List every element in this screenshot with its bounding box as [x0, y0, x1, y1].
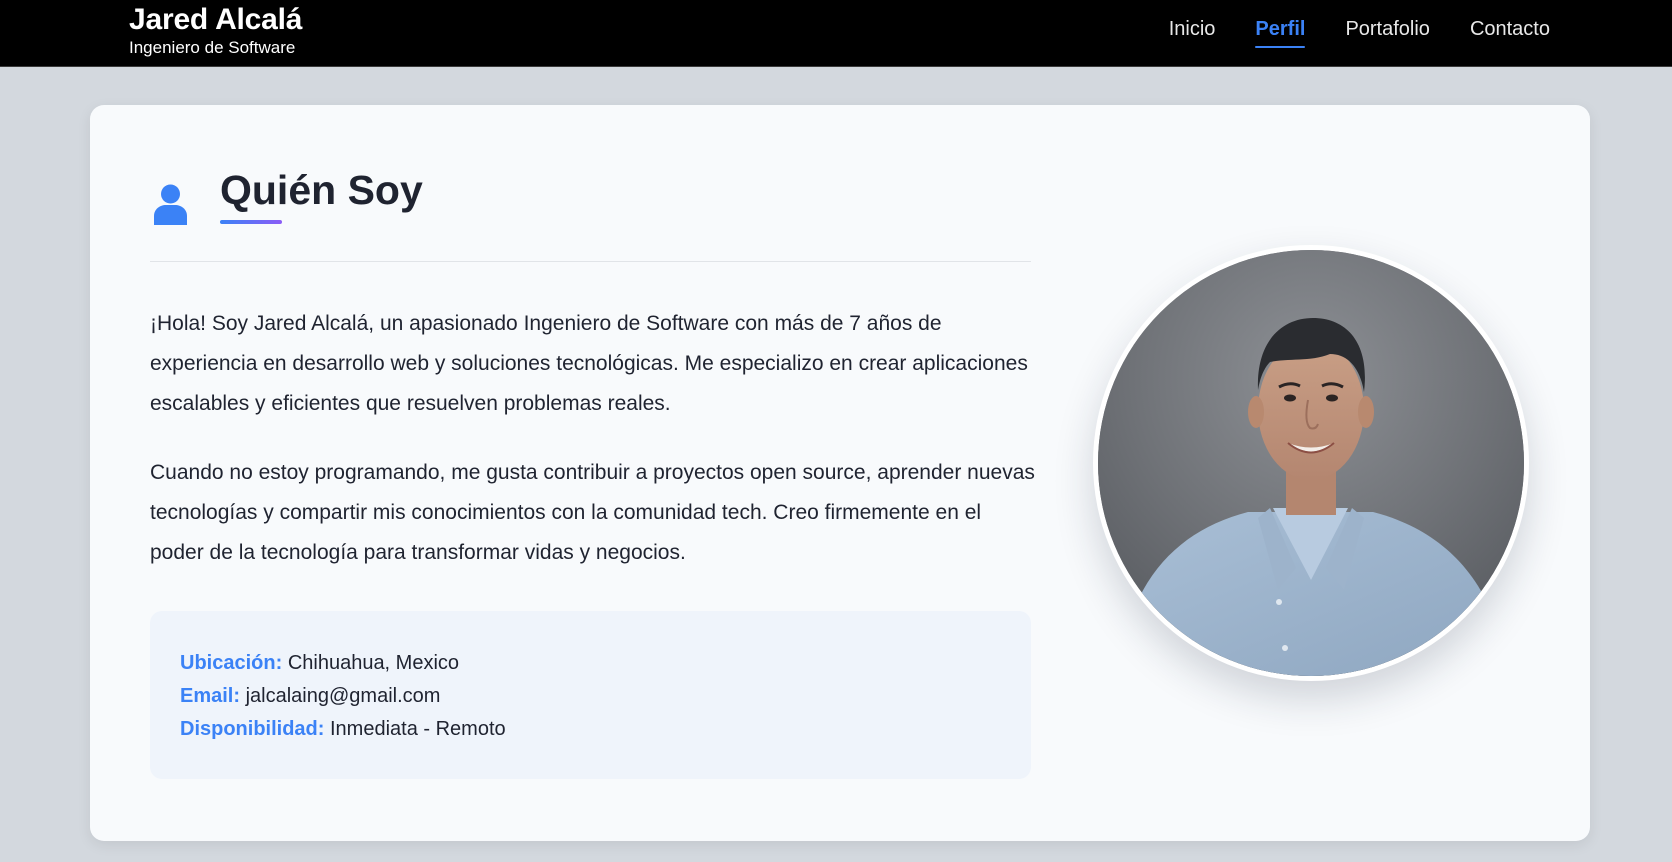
info-value: Chihuahua, Mexico: [287, 652, 460, 674]
info-value: Inmediata - Remoto: [330, 718, 506, 740]
profile-photo-frame: [1093, 245, 1529, 681]
info-box: Ubicación: Chihuahua, Mexico Email: jalc…: [150, 611, 1031, 779]
section-title: Quién Soy: [220, 167, 423, 213]
bio-paragraph: ¡Hola! Soy Jared Alcalá, un apasionado I…: [150, 312, 1028, 415]
about-card: Quién Soy ¡Hola! Soy Jared Alcalá, un ap…: [90, 105, 1590, 841]
brand-name: Jared Alcalá: [129, 3, 303, 36]
nav-link-portafolio[interactable]: Portafolio: [1345, 16, 1430, 48]
nav-link-inicio[interactable]: Inicio: [1169, 16, 1216, 48]
section-divider: [150, 261, 1031, 262]
brand[interactable]: Jared Alcalá Ingeniero de Software: [129, 2, 302, 58]
profile-photo: [1098, 250, 1524, 676]
info-label: Disponibilidad:: [180, 718, 325, 740]
info-label: Ubicación:: [180, 652, 283, 674]
info-row-availability: Disponibilidad: Inmediata - Remoto: [180, 713, 1001, 746]
brand-subtitle: Ingeniero de Software: [129, 38, 296, 57]
bio: ¡Hola! Soy Jared Alcalá, un apasionado I…: [150, 304, 1040, 602]
bio-paragraph: Cuando no estoy programando, me gusta co…: [150, 461, 1035, 564]
nav-link-contacto[interactable]: Contacto: [1470, 16, 1550, 48]
main-nav: Inicio Perfil Portafolio Contacto: [1169, 16, 1550, 48]
info-label: Email:: [180, 685, 241, 707]
info-value: jalcalaing@gmail.com: [245, 685, 441, 707]
info-row-location: Ubicación: Chihuahua, Mexico: [180, 647, 1001, 680]
top-navbar: Jared Alcalá Ingeniero de Software Inici…: [0, 0, 1672, 67]
profile-photo-illustration: [1098, 250, 1524, 676]
title-underline: [220, 220, 282, 224]
info-row-email: Email: jalcalaing@gmail.com: [180, 680, 1001, 713]
user-icon: [154, 184, 187, 225]
nav-link-perfil[interactable]: Perfil: [1255, 16, 1306, 48]
